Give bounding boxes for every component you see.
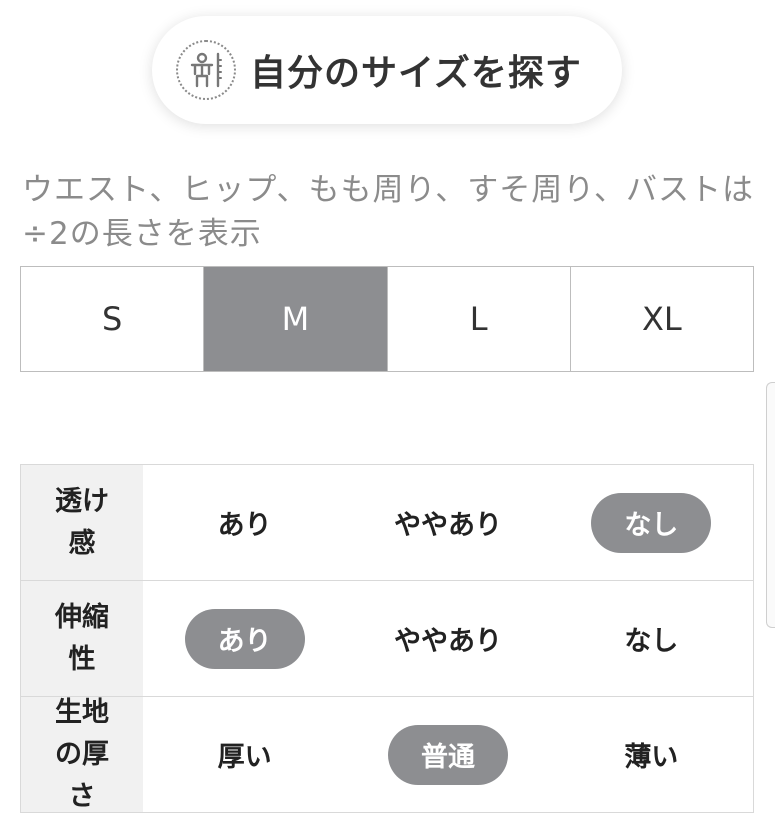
attribute-label: 生地の厚さ (21, 697, 143, 812)
attribute-label-text: 伸縮性 (55, 601, 109, 675)
attribute-option: 厚い (217, 742, 272, 773)
attribute-option-selected: 普通 (387, 724, 508, 785)
attribute-option: 薄い (624, 742, 679, 773)
attribute-label-text: 透け感 (55, 485, 109, 559)
size-selector: S M L XL (20, 266, 754, 372)
body-measure-icon (176, 40, 236, 100)
attribute-label: 伸縮性 (21, 581, 143, 696)
fabric-attributes-table: 透け感 あり ややあり なし 伸縮性 あり ややあり なし 生地の厚さ 厚い 普通 薄い (20, 464, 754, 813)
attribute-option-selected: あり (184, 608, 305, 669)
attribute-option-cell: あり (143, 465, 346, 580)
attribute-option-cell: なし (550, 465, 753, 580)
size-tab-xl[interactable]: XL (569, 267, 753, 371)
attribute-option-cell: ややあり (346, 465, 549, 580)
attribute-option: ややあり (393, 510, 502, 541)
size-tab-m[interactable]: M (203, 267, 387, 371)
size-tab-s[interactable]: S (21, 267, 204, 371)
attribute-row: 伸縮性 あり ややあり なし (21, 581, 753, 697)
attribute-option-cell: あり (143, 581, 346, 696)
find-my-size-button[interactable]: 自分のサイズを探す (152, 16, 622, 124)
attribute-label-text: 生地の厚さ (55, 696, 109, 812)
attribute-option-cell: ややあり (346, 581, 549, 696)
attribute-option-cell: 薄い (550, 697, 753, 812)
attribute-row: 透け感 あり ややあり なし (21, 465, 753, 581)
size-tab-l[interactable]: L (386, 267, 570, 371)
measurement-note: ウエスト、ヒップ、もも周り、すそ周り、バストは÷2の長さを表示 (22, 172, 754, 252)
find-my-size-label: 自分のサイズを探す (250, 53, 582, 94)
scrollbar[interactable] (766, 382, 775, 628)
attribute-option: ややあり (393, 626, 502, 657)
attribute-label: 透け感 (21, 465, 143, 580)
attribute-option: あり (217, 510, 272, 541)
attribute-option: なし (624, 626, 679, 657)
attribute-option-cell: 普通 (346, 697, 549, 812)
attribute-row: 生地の厚さ 厚い 普通 薄い (21, 697, 753, 813)
attribute-option-selected: なし (591, 492, 712, 553)
attribute-option-cell: なし (550, 581, 753, 696)
attribute-option-cell: 厚い (143, 697, 346, 812)
